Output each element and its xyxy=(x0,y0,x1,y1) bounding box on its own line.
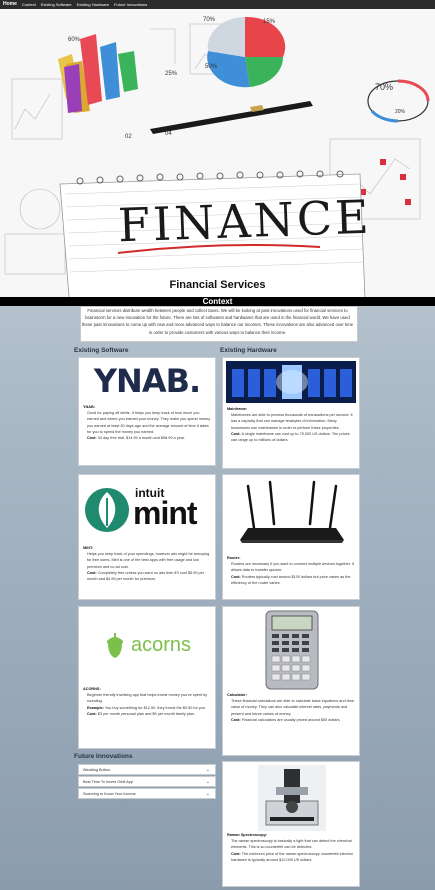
calculator-description: Calculator: These financial calculators … xyxy=(227,692,355,723)
chart-label: 15% xyxy=(263,19,276,25)
context-paragraph: Financial services distribute wealth bet… xyxy=(0,307,435,336)
raman-spectroscopy-photo xyxy=(258,765,326,831)
ynab-cost-label: Cost: xyxy=(87,436,97,441)
acorns-desc: Beginner friendly investing app that hel… xyxy=(87,693,208,704)
chart-label: 20% xyxy=(395,109,406,115)
future-item-label: Scanning to Know Your Income xyxy=(83,792,136,796)
acorn-icon xyxy=(106,633,123,658)
acorns-cost-label: Cost: xyxy=(87,711,97,716)
ynab-cost: 34 day free trial, $14.99 a month and $9… xyxy=(97,436,185,441)
router-cost-label: Cost: xyxy=(231,574,241,579)
raman-image xyxy=(226,765,356,831)
chart-label: 25% xyxy=(165,71,178,77)
raman-desc: The raman spectroscopy is basically a li… xyxy=(231,839,352,850)
calculator-photo xyxy=(265,610,319,690)
raman-description: Raman Spectroscopy: The raman spectrosco… xyxy=(227,832,355,863)
router-desc: Routers are necessary if you want to con… xyxy=(231,562,355,573)
nav-home-link[interactable]: Home xyxy=(3,0,17,9)
future-item-label: Best Time To Invest Orbit App xyxy=(83,780,133,784)
existing-software-heading: Existing Software xyxy=(74,347,129,354)
calculator-image xyxy=(226,610,356,690)
acorns-description: ACORNS: Beginner friendly investing app … xyxy=(83,686,211,717)
chevron-down-icon: ⌄ xyxy=(205,779,210,785)
calculator-cost-label: Cost: xyxy=(231,717,241,722)
hero-banner: 70% 15% 50% 60% 25% 70% 20% 02 04 FINANC… xyxy=(0,9,435,297)
calculator-desc: These financial calculators are able to … xyxy=(231,699,354,716)
finance-headline: FINANCE xyxy=(117,189,373,253)
router-photo xyxy=(240,480,344,543)
hardware-card-router: Router: Routers are necessary if you wan… xyxy=(222,474,360,600)
router-description: Router: Routers are necessary if you wan… xyxy=(227,555,355,586)
hero-caption: Financial Services xyxy=(169,279,266,291)
software-card-mint: intuit mint MINT: Helps you keep track o… xyxy=(78,474,216,600)
future-item-invest-orbit-app[interactable]: Best Time To Invest Orbit App ⌄ xyxy=(78,776,216,787)
chart-label: 50% xyxy=(205,64,218,70)
mainframe-desc: Mainframes are able to process thousands… xyxy=(231,413,353,430)
nav-link-future-innovations[interactable]: Future Innovations xyxy=(114,0,147,9)
acorns-cost: $3 per month personal plan and $5 per mo… xyxy=(97,711,196,716)
raman-cost-label: Cost: xyxy=(231,851,241,856)
context-line: in order to provide customers with vario… xyxy=(148,329,287,335)
future-innovations-heading: Future Innovations xyxy=(74,753,133,760)
future-item-wedding-button[interactable]: Wedding Button ⌄ xyxy=(78,764,216,775)
acorns-logo-text: acorns xyxy=(130,633,192,656)
mint-cost: Completely free unless you want no ads t… xyxy=(87,570,205,582)
context-line: these past innovations to come up with n… xyxy=(81,322,354,328)
calculator-cost: Financial calculators are usually priced… xyxy=(241,717,341,722)
chevron-down-icon: ⌄ xyxy=(205,791,210,797)
chevron-down-icon: ⌄ xyxy=(205,767,210,773)
mint-logo-text: mint xyxy=(133,495,198,531)
mainframe-photo xyxy=(226,361,356,403)
context-heading: Context xyxy=(0,297,435,306)
nav-link-existing-software[interactable]: Existing Software xyxy=(41,0,72,9)
chart-label: 70% xyxy=(375,82,394,92)
mainframe-image xyxy=(226,361,356,403)
context-line: brainstorm for a new innovation for the … xyxy=(85,315,350,321)
hardware-card-mainframe: Mainframe: Mainframes are able to proces… xyxy=(222,357,360,469)
chart-label: 02 xyxy=(125,134,132,140)
hardware-card-calculator: Calculator: These financial calculators … xyxy=(222,606,360,756)
ynab-logo: YNAB. xyxy=(82,361,212,401)
mint-logo: intuit mint xyxy=(82,478,212,538)
mint-description: MINT: Helps you keep track of your spend… xyxy=(83,545,211,582)
mainframe-cost-label: Cost: xyxy=(231,431,241,436)
mainframe-cost: A single mainframe can cost up to 75,000… xyxy=(231,431,350,443)
existing-hardware-heading: Existing Hardware xyxy=(220,347,277,354)
acorns-example-label: Example: xyxy=(87,705,104,710)
hardware-card-raman: Raman Spectroscopy: The raman spectrosco… xyxy=(222,761,360,887)
mint-desc: Helps you keep track of your spendings, … xyxy=(87,552,210,569)
nav-link-existing-hardware[interactable]: Existing Hardware xyxy=(77,0,109,9)
chart-label: 70% xyxy=(203,17,216,23)
ynab-description: YNAB: Good for paying off debts. It help… xyxy=(83,404,211,441)
future-item-label: Wedding Button xyxy=(83,768,110,772)
router-image xyxy=(226,478,356,550)
finance-illustration xyxy=(0,9,435,297)
router-cost: Routers typically cost around $100 dolla… xyxy=(231,574,351,585)
chart-label: 04 xyxy=(165,131,172,137)
ynab-logo-text: YNAB. xyxy=(93,362,201,400)
software-card-acorns: acorns ACORNS: Beginner friendly investi… xyxy=(78,606,216,749)
acorns-example: You buy something for $12.50, they inves… xyxy=(104,705,207,710)
mint-cost-label: Cost: xyxy=(87,570,97,575)
software-card-ynab: YNAB. YNAB: Good for paying off debts. I… xyxy=(78,357,216,466)
acorns-logo: acorns xyxy=(82,610,212,680)
future-item-scanning-income[interactable]: Scanning to Know Your Income ⌄ xyxy=(78,788,216,799)
top-nav: Home Context Existing Software Existing … xyxy=(0,0,435,9)
nav-link-context[interactable]: Context xyxy=(22,0,36,9)
ynab-desc: Good for paying off debts. It helps you … xyxy=(87,411,211,434)
context-line: Financial services distribute wealth bet… xyxy=(87,308,348,313)
chart-label: 60% xyxy=(68,37,81,43)
mainframe-description: Mainframe: Mainframes are able to proces… xyxy=(227,406,355,443)
raman-cost: The minimum price of the raman spectrosc… xyxy=(231,851,354,862)
